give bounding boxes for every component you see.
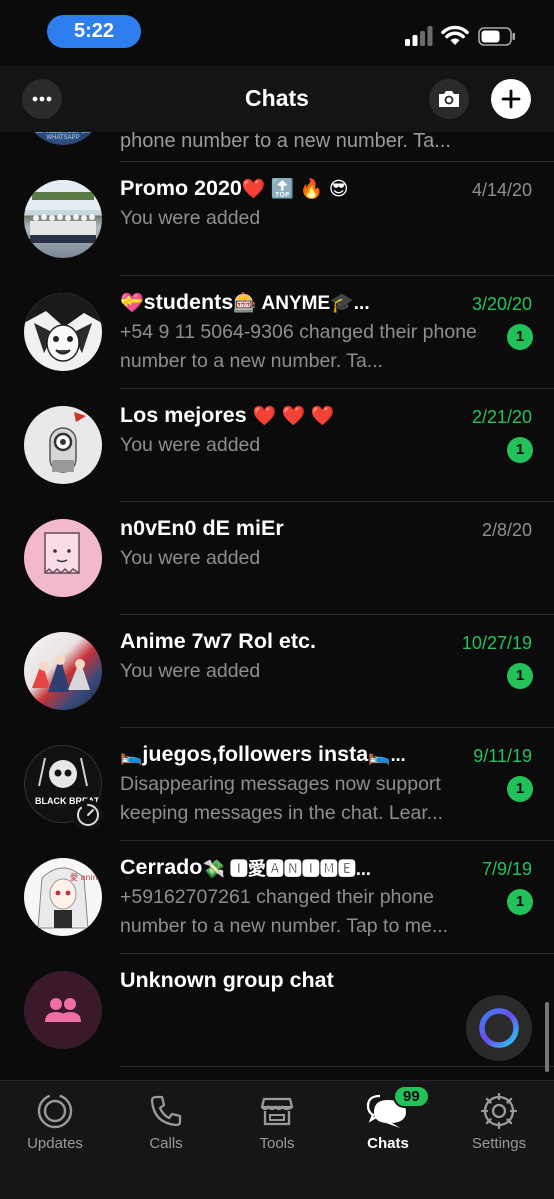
tab-label: Settings	[471, 1135, 527, 1152]
avatar-caption: EL MEJOR BOT DE WHATSAPP	[36, 132, 90, 141]
updates-icon	[37, 1093, 73, 1129]
meta-ai-button[interactable]	[466, 995, 532, 1061]
chat-name-emoji: ❤️ 🔝 🔥 😎	[241, 179, 349, 201]
tab-calls[interactable]: Calls	[116, 1091, 216, 1152]
chats-header: Chats	[0, 66, 554, 132]
row-divider	[120, 1066, 554, 1067]
chat-row[interactable]: 愛 anime Cerrado💸 🅸愛🅰🅽🅸🅼🅴... 7/9/19 +5916…	[0, 841, 554, 954]
meta-ai-icon	[479, 1008, 519, 1048]
disappearing-timer-icon	[73, 800, 103, 830]
camera-button[interactable]	[429, 79, 469, 119]
chat-name: 💝students🎰 ANYME🎓...	[120, 290, 440, 315]
chat-name-emoji: 🎰 ANYME🎓...	[233, 293, 370, 315]
group-avatar	[24, 406, 102, 484]
chat-name-text: Cerrado	[120, 855, 203, 879]
unread-count-badge: 99	[393, 1085, 430, 1108]
minion-icon	[49, 412, 86, 473]
group-avatar	[24, 632, 102, 710]
new-chat-button[interactable]	[491, 79, 531, 119]
battery-icon	[478, 27, 515, 46]
scrollbar[interactable]	[545, 1002, 549, 1072]
group-photo-icon	[24, 180, 102, 243]
chat-date: 9/11/19	[473, 746, 532, 766]
chat-row[interactable]: Promo 2020❤️ 🔝 🔥 😎 4/14/20 You were adde…	[0, 162, 554, 275]
chat-preview: You were added	[120, 207, 261, 229]
chat-name-text: students	[143, 290, 234, 314]
chat-preview: +54 9 11 5064-9306 changed their phone n…	[120, 321, 477, 372]
chat-date: 3/20/20	[471, 294, 532, 314]
group-avatar: 愛 anime	[24, 858, 102, 936]
unread-badge: 1	[507, 437, 533, 463]
tab-bar: Updates Calls Tools 99 Chats Settings	[0, 1080, 554, 1199]
paper-bag-icon	[44, 532, 80, 575]
chat-name: 🛌juegos,followers insta🛌...	[120, 742, 455, 767]
chat-name: Los mejores ❤️ ❤️ ❤️	[120, 403, 420, 428]
anime-portrait-icon	[24, 293, 102, 362]
chat-preview: You were added	[120, 434, 261, 456]
chat-name: Anime 7w7 Rol etc.	[120, 629, 316, 653]
chat-date: 2/21/20	[471, 407, 532, 427]
tab-label: Chats	[367, 1135, 409, 1152]
chat-date: 10/27/19	[461, 633, 532, 653]
group-avatar	[24, 293, 102, 371]
chat-row[interactable]: 💝students🎰 ANYME🎓... 3/20/20 +54 9 11 50…	[0, 276, 554, 389]
chat-list[interactable]: EL MEJOR BOT DE WHATSAPP phone number to…	[0, 132, 554, 1080]
chat-preview: Disappearing messages now support keepin…	[120, 773, 444, 824]
status-bar: 5:22	[0, 0, 554, 66]
chat-row[interactable]: BLACK BREATH 🛌juegos,followers insta🛌...…	[0, 728, 554, 841]
unread-badge: 1	[507, 324, 533, 350]
chat-preview: You were added	[120, 547, 261, 569]
chat-name-emoji: 💸 🅸愛🅰🅽🅸🅼🅴...	[202, 859, 371, 880]
unread-badge: 1	[507, 663, 533, 689]
chat-row-partial[interactable]: EL MEJOR BOT DE WHATSAPP phone number to…	[0, 132, 554, 162]
chat-name-emoji-prefix: 🛌	[120, 744, 143, 765]
chat-row[interactable]: n0vEn0 dE miEr 2/8/20 You were added	[0, 502, 554, 615]
chat-preview: You were added	[120, 660, 261, 682]
anime-girl-icon: 愛 anime	[37, 867, 102, 929]
anime-group-icon	[32, 655, 90, 692]
chat-row[interactable]: Los mejores ❤️ ❤️ ❤️ 2/21/20 You were ad…	[0, 389, 554, 502]
status-time[interactable]: 5:22	[47, 15, 141, 48]
group-avatar: EL MEJOR BOT DE WHATSAPP	[24, 132, 102, 145]
group-avatar	[24, 519, 102, 597]
chat-date: 2/8/20	[481, 520, 532, 540]
chat-name: n0vEn0 dE miEr	[120, 516, 284, 540]
group-avatar	[24, 971, 102, 1049]
chat-preview: phone number to a new number. Ta...	[120, 132, 451, 152]
wifi-icon	[441, 25, 469, 45]
unread-badge: 1	[507, 889, 533, 915]
chat-name: Promo 2020❤️ 🔝 🔥 😎	[120, 176, 420, 201]
chat-name-text: Promo 2020	[120, 176, 242, 200]
chat-name: Unknown group chat	[120, 968, 334, 992]
chat-date: 4/14/20	[471, 180, 532, 200]
tab-chats[interactable]: 99 Chats	[338, 1085, 438, 1152]
cellular-signal-icon	[405, 26, 433, 46]
tab-tools[interactable]: Tools	[227, 1091, 327, 1152]
tab-label: Calls	[149, 1135, 183, 1152]
tab-label: Updates	[27, 1135, 83, 1152]
chat-name-text: juegos,followers insta	[142, 742, 369, 766]
camera-icon	[439, 91, 459, 107]
chat-name-emoji-prefix: 💝	[120, 293, 144, 315]
tab-settings[interactable]: Settings	[449, 1091, 549, 1152]
unread-badge: 1	[507, 776, 533, 802]
avatar-caption: 愛 anime	[70, 872, 102, 882]
chat-date: 7/9/19	[481, 859, 532, 879]
phone-icon	[150, 1095, 182, 1127]
plus-icon	[501, 89, 521, 109]
page-title: Chats	[245, 85, 309, 111]
store-icon	[260, 1097, 294, 1126]
gear-icon	[480, 1092, 518, 1130]
tab-updates[interactable]: Updates	[5, 1091, 105, 1152]
chat-preview: +59162707261 changed their phone number …	[120, 886, 449, 937]
chat-name: Cerrado💸 🅸愛🅰🅽🅸🅼🅴...	[120, 855, 438, 881]
group-avatar	[24, 180, 102, 258]
chat-name-text: Los mejores	[120, 403, 247, 427]
chat-row[interactable]: Anime 7w7 Rol etc. 10/27/19 You were add…	[0, 615, 554, 728]
group-icon	[45, 998, 81, 1022]
tab-label: Tools	[259, 1135, 295, 1152]
chat-name-emoji: 🛌...	[368, 744, 406, 765]
chat-name-emoji: ❤️ ❤️ ❤️	[252, 406, 335, 428]
